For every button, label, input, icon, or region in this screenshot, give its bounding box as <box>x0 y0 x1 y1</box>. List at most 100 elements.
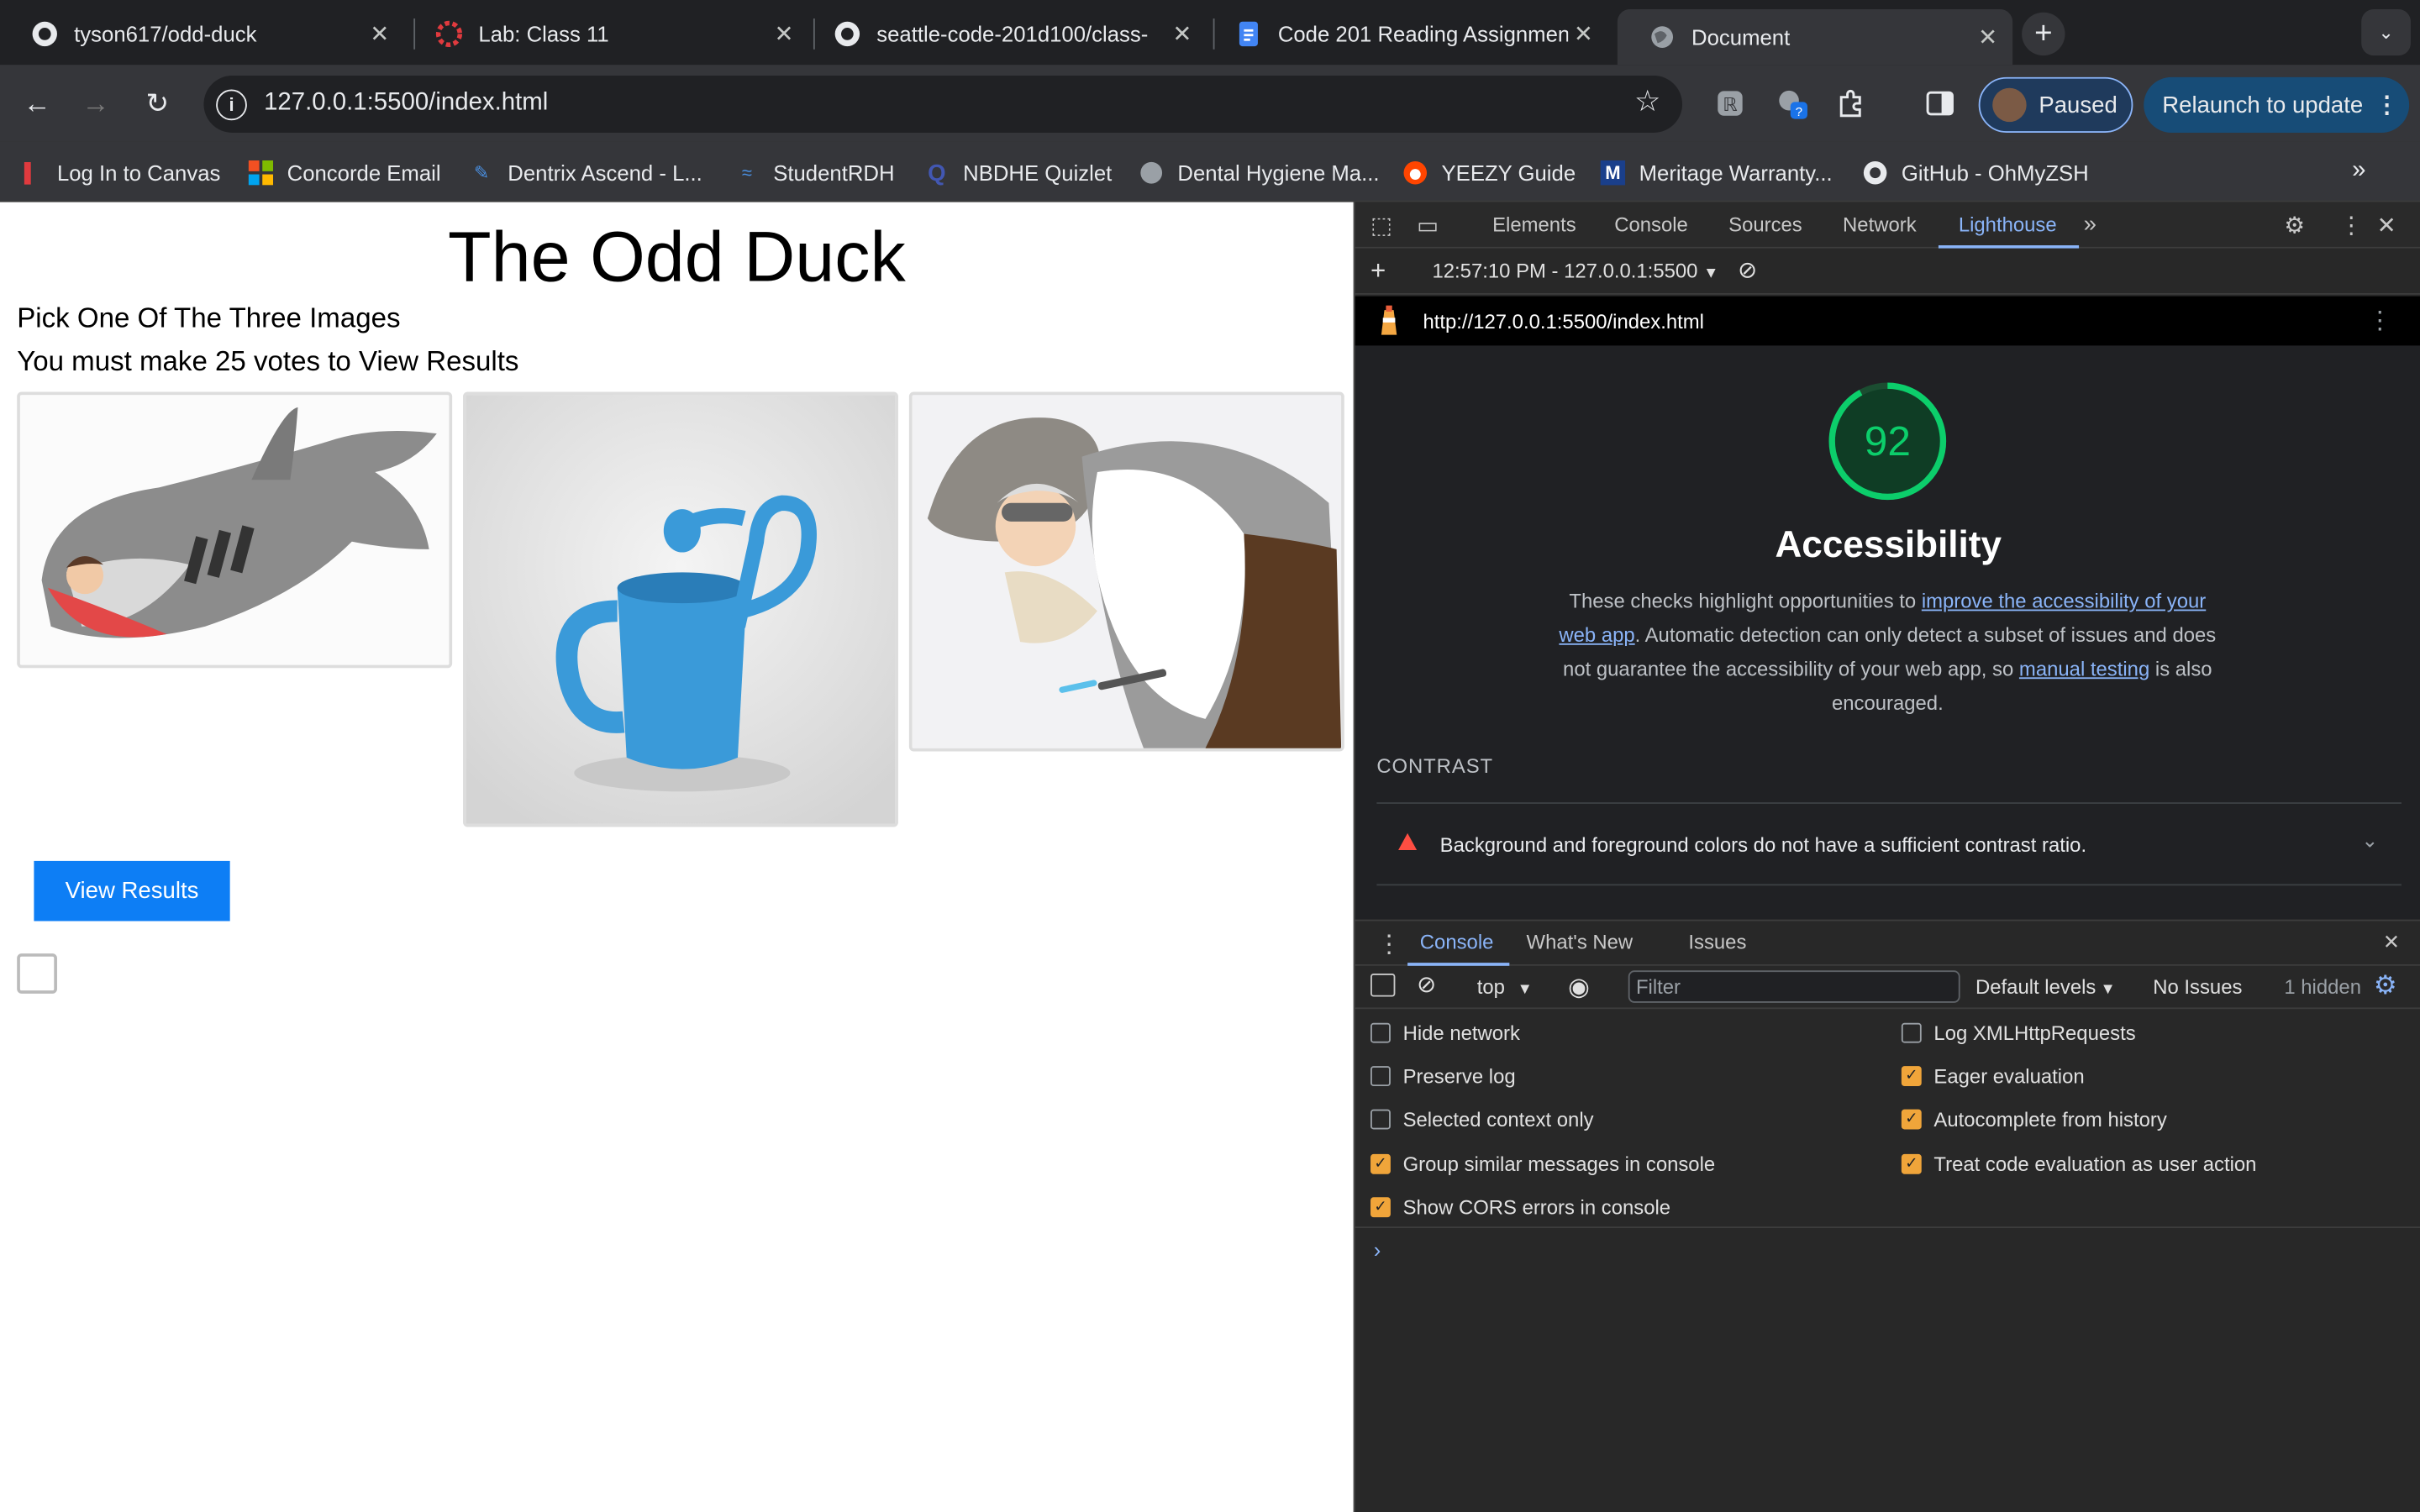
extension-badge-icon[interactable]: ? <box>1775 87 1808 120</box>
console-setting-option[interactable]: ✓ Autocomplete from history <box>1901 1105 2167 1136</box>
bookmark-item[interactable]: M Meritage Warranty... <box>1600 157 1833 188</box>
device-toolbar-icon[interactable]: ▭ <box>1417 212 1439 239</box>
canvas-icon: ▌ <box>24 161 38 184</box>
extension-icon[interactable]: ℝ <box>1713 87 1747 120</box>
checkbox[interactable]: ✓ <box>1901 1065 1922 1086</box>
bookmark-item[interactable]: YEEZY Guide <box>1403 157 1576 188</box>
devtools-tab-network[interactable]: Network <box>1843 213 1917 236</box>
menu-dots-icon[interactable]: ⋮ <box>2375 91 2399 118</box>
globe-icon <box>1139 160 1164 185</box>
side-panel-icon[interactable] <box>1923 87 1957 120</box>
forward-icon[interactable]: → <box>77 85 114 122</box>
bookmark-label: Concorde Email <box>287 160 441 186</box>
checkbox[interactable] <box>1370 1021 1391 1042</box>
tab-lab-class-11[interactable]: Lab: Class 11 ✕ <box>404 9 808 59</box>
context-selector[interactable]: top ▼ <box>1477 975 1533 999</box>
console-setting-option[interactable]: ✓ Eager evaluation <box>1901 1061 2085 1092</box>
close-icon[interactable]: ✕ <box>1972 24 2003 51</box>
manual-testing-link[interactable]: manual testing <box>2019 657 2149 680</box>
category-title: Accessibility <box>1775 524 2002 567</box>
dropdown-caret-icon: ▼ <box>1517 981 1533 999</box>
devtools-tab-elements[interactable]: Elements <box>1492 213 1576 236</box>
console-setting-option[interactable]: ✓ Show CORS errors in console <box>1370 1192 1670 1223</box>
devtools-tab-sources[interactable]: Sources <box>1728 213 1802 236</box>
relaunch-button[interactable]: Relaunch to update ⋮ <box>2144 76 2410 133</box>
kebab-menu-icon[interactable]: ⋮ <box>2339 212 2363 239</box>
checkbox[interactable] <box>1901 1021 1922 1042</box>
product-image-tauntaun[interactable] <box>908 391 1344 752</box>
address-url[interactable]: 127.0.0.1:5500/index.html <box>264 90 548 118</box>
tab-odd-duck-repo[interactable]: tyson617/odd-duck ✕ <box>0 9 404 59</box>
dropdown-caret-icon: ▼ <box>2096 981 2116 999</box>
bookmark-item[interactable]: Dental Hygiene Ma... <box>1139 157 1380 188</box>
console-setting-option[interactable]: Log XMLHttpRequests <box>1901 1016 2136 1047</box>
close-drawer-icon[interactable]: ✕ <box>2383 931 2400 955</box>
bookmark-item[interactable]: GitHub - OhMyZSH <box>1863 157 2089 188</box>
console-toolbar: ⊘ top ▼ ◉ Filter Default levels ▼ No Issu… <box>1355 966 2420 1010</box>
drawer-menu-icon[interactable]: ⋮ <box>1376 929 1401 960</box>
console-settings-gear-icon[interactable]: ⚙ <box>2374 970 2397 1001</box>
checkbox[interactable]: ✓ <box>1370 1153 1391 1174</box>
more-tabs-icon[interactable]: » <box>2084 212 2096 238</box>
drawer-tab-whats-new[interactable]: What's New <box>1527 931 1634 954</box>
clear-console-icon[interactable]: ⊘ <box>1417 970 1436 998</box>
tab-reading-assignment[interactable]: Code 201 Reading Assignmen ✕ <box>1204 9 1608 59</box>
new-report-icon[interactable]: + <box>1370 256 1386 287</box>
back-icon[interactable]: ← <box>18 85 55 122</box>
console-setting-option[interactable]: ✓ Treat code evaluation as user action <box>1901 1148 2256 1179</box>
more-bookmarks-icon[interactable]: » <box>2352 157 2365 185</box>
site-info-icon[interactable]: i <box>216 89 247 121</box>
bookmark-item[interactable]: Q NBDHE Quizlet <box>924 157 1112 188</box>
product-image-watering-can[interactable] <box>463 391 898 827</box>
audit-item[interactable]: Background and foreground colors do not … <box>1376 808 2402 885</box>
clear-reports-icon[interactable]: ⊘ <box>1738 256 1757 284</box>
sidebar-toggle-icon[interactable] <box>1370 973 1396 997</box>
close-icon[interactable]: ✕ <box>1568 20 1599 48</box>
inspect-element-icon[interactable]: ⬚ <box>1370 212 1392 239</box>
close-icon[interactable]: ✕ <box>769 20 800 48</box>
address-bar[interactable]: i 127.0.0.1:5500/index.html ☆ <box>203 76 1683 133</box>
new-tab-button[interactable]: + <box>2022 12 2065 56</box>
devtools-tab-lighthouse[interactable]: Lighthouse <box>1959 213 2057 236</box>
close-icon[interactable]: ✕ <box>1167 20 1198 48</box>
checkbox[interactable] <box>1370 1110 1391 1131</box>
console-filter-input[interactable]: Filter <box>1628 970 1960 1003</box>
close-devtools-icon[interactable]: ✕ <box>2377 212 2396 239</box>
drawer-tab-console[interactable]: Console <box>1420 931 1494 954</box>
product-image-shark[interactable] <box>17 391 453 669</box>
bookmark-label: GitHub - OhMyZSH <box>1901 160 2089 186</box>
report-selector[interactable]: 12:57:10 PM - 127.0.0.1:5500 ▼ <box>1432 260 1718 283</box>
view-results-button[interactable]: View Results <box>34 860 230 921</box>
log-levels-dropdown[interactable]: Default levels ▼ <box>1975 975 2116 999</box>
drawer-tab-issues[interactable]: Issues <box>1688 931 1746 954</box>
live-expression-eye-icon[interactable]: ◉ <box>1568 972 1590 1003</box>
console-prompt-icon[interactable]: › <box>1374 1237 1381 1262</box>
bookmark-star-icon[interactable]: ☆ <box>1634 85 1660 120</box>
quizlet-icon: Q <box>928 160 946 186</box>
checkbox[interactable]: ✓ <box>1901 1153 1922 1174</box>
puzzle-icon[interactable] <box>1833 87 1867 120</box>
reload-icon[interactable]: ↻ <box>139 85 176 122</box>
settings-gear-icon[interactable]: ⚙ <box>2284 212 2305 239</box>
bookmark-item[interactable]: Concorde Email <box>248 157 441 188</box>
console-setting-option[interactable]: Hide network <box>1370 1016 1520 1047</box>
devtools-tab-console[interactable]: Console <box>1614 213 1688 236</box>
tab-document[interactable]: Document ✕ <box>1617 9 2013 66</box>
bookmark-item[interactable]: ✎ Dentrix Ascend - L... <box>469 157 702 188</box>
console-setting-option[interactable]: Preserve log <box>1370 1061 1516 1092</box>
issues-counter[interactable]: No Issues <box>2153 975 2242 999</box>
console-setting-option[interactable]: ✓ Group similar messages in console <box>1370 1148 1715 1179</box>
checkbox[interactable]: ✓ <box>1370 1197 1391 1218</box>
bookmark-item[interactable]: ▌ Log In to Canvas <box>18 157 220 188</box>
report-menu-icon[interactable]: ⋮ <box>2368 306 2392 337</box>
checkbox[interactable]: ✓ <box>1901 1110 1922 1131</box>
expand-chevron-icon[interactable]: ⌄ <box>2361 828 2378 853</box>
tab-seattle-code[interactable]: seattle-code-201d100/class- ✕ <box>802 9 1207 59</box>
close-icon[interactable]: ✕ <box>364 20 395 48</box>
console-setting-option[interactable]: Selected context only <box>1370 1105 1594 1136</box>
checkbox[interactable] <box>1370 1065 1391 1086</box>
console-drawer: ⋮ Console What's New Issues ✕ ⊘ top ▼ ◉ F… <box>1355 919 2420 1512</box>
bookmark-item[interactable]: ≈ StudentRDH <box>734 157 895 188</box>
profile-button[interactable]: Paused <box>1978 76 2133 133</box>
tab-search-button[interactable]: ⌄ <box>2361 9 2411 56</box>
